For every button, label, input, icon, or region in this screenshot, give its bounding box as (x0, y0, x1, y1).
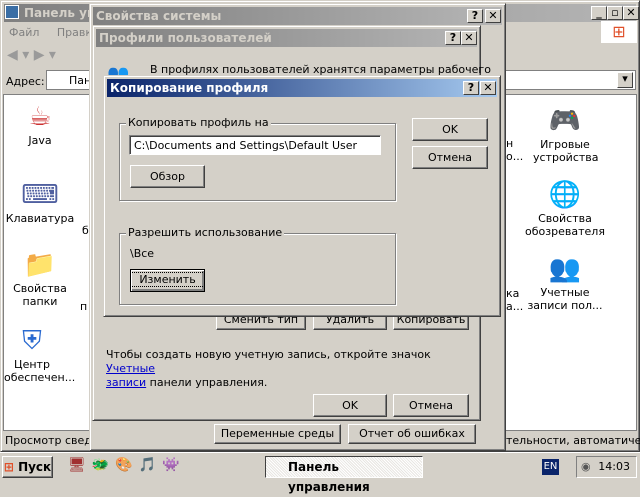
icon-label: Игровые устройства (533, 138, 599, 164)
button-label: OK (442, 123, 458, 136)
close-button[interactable]: ✕ (623, 6, 639, 20)
copy-path-input[interactable]: C:\Documents and Settings\Default User (129, 135, 381, 155)
taskbar: ⊞ Пуск 🖥🐲🎨🎵👾 Панель управления EN ◉ 14:0… (0, 452, 640, 494)
copy-profile-titlebar: Копирование профиля (107, 79, 497, 97)
button-label: Отмена (427, 151, 473, 164)
volume-icon[interactable]: ◉ (581, 460, 591, 473)
button-label: Обзор (149, 170, 185, 183)
menu-bar: Файл Правка (9, 26, 99, 39)
language-indicator[interactable]: EN (542, 459, 559, 475)
internet-options-icon: 🌐 (548, 180, 582, 210)
icon-label: Свойства папки (13, 282, 67, 308)
button-label: OK (342, 399, 358, 412)
user-profiles-titlebar: Профили пользователей (96, 29, 477, 47)
button-label: Отчет об ошибках (359, 427, 465, 440)
help-button[interactable]: ? (445, 31, 461, 45)
hint-text-tail: панели управления. (146, 376, 268, 389)
control-panel-icon (5, 5, 19, 19)
icon-label: Java (28, 134, 52, 147)
system-properties-titlebar: Свойства системы (93, 7, 502, 25)
keyboard-icon: ⌨ (21, 180, 59, 210)
window-title: Профили пользователей (99, 31, 272, 45)
system-tray: ◉ 14:03 (576, 456, 637, 478)
cancel-button[interactable]: Отмена (412, 146, 488, 169)
minimize-button[interactable]: _ (591, 6, 607, 20)
windows-logo: ⊞ (601, 21, 637, 43)
start-button[interactable]: ⊞ Пуск (2, 456, 53, 478)
browse-button[interactable]: Обзор (130, 165, 205, 188)
window-title: Копирование профиля (110, 81, 269, 95)
cancel-button[interactable]: Отмена (393, 394, 469, 417)
permit-use-label: Разрешить использование (126, 226, 285, 239)
task-label: Панель управления (288, 460, 370, 494)
start-label: Пуск (18, 460, 52, 474)
path-value: C:\Documents and Settings\Default User (134, 139, 358, 152)
button-label: Изменить (131, 272, 204, 287)
user-accounts-link[interactable]: Учетные (106, 362, 155, 375)
group-label: Разрешить использование (128, 226, 283, 239)
ok-button[interactable]: OK (313, 394, 387, 417)
partial-label: п (80, 300, 88, 313)
lang-label: EN (543, 461, 558, 472)
copy-to-label: Копировать профиль на (126, 116, 271, 129)
icon-label: Свойства обозревателя (525, 212, 605, 238)
button-label: Отмена (408, 399, 454, 412)
icon-label: Клавиатура (5, 212, 75, 225)
change-button[interactable]: Изменить (130, 269, 205, 292)
icon-security-center[interactable]: ⛨ Центр обеспечен... (0, 324, 76, 384)
close-button[interactable]: ✕ (480, 81, 496, 95)
address-dropdown-button[interactable]: ▾ (617, 72, 633, 88)
back-icon[interactable]: ◀ ▾ ▶ ▾ (7, 47, 56, 63)
task-button-control-panel[interactable]: Панель управления (265, 456, 423, 494)
address-label: Адрес: (6, 75, 45, 88)
toolbar: ◀ ▾ ▶ ▾ (7, 47, 56, 63)
icon-internet-options[interactable]: 🌐 Свойства обозревателя (525, 178, 605, 238)
user-accounts-link[interactable]: записи (106, 376, 146, 389)
icon-folder-options[interactable]: 📁 Свойства папки (0, 248, 80, 308)
icon-label: Центр обеспечен... (4, 358, 76, 384)
close-button[interactable]: ✕ (485, 9, 501, 23)
partial-label: ка (506, 287, 520, 300)
permit-value: \Все (130, 247, 155, 260)
partial-label: а... (506, 300, 524, 313)
hint-text-body: Чтобы создать новую учетную запись, откр… (106, 348, 431, 361)
quick-launch-icons[interactable]: 🖥🐲🎨🎵👾 (68, 457, 186, 473)
environment-variables-button[interactable]: Переменные среды (214, 424, 341, 444)
clock[interactable]: 14:03 (598, 457, 630, 477)
help-button[interactable]: ? (467, 9, 483, 23)
java-icon: ☕ (28, 102, 52, 132)
error-reporting-button[interactable]: Отчет об ошибках (348, 424, 476, 444)
partial-label: б (82, 224, 89, 237)
icon-user-accounts[interactable]: 👥 Учетные записи пол... (525, 252, 605, 312)
partial-label: о... (506, 150, 524, 163)
group-label: Копировать профиль на (128, 116, 269, 129)
help-button[interactable]: ? (463, 81, 479, 95)
gamepad-icon: 🎮 (548, 106, 582, 136)
icon-keyboard[interactable]: ⌨ Клавиатура (0, 178, 80, 225)
maximize-button[interactable]: ▫ (607, 6, 623, 20)
status-right: тельности, автоматически (506, 434, 640, 447)
windows-flag-icon: ⊞ (3, 460, 14, 474)
menu-file[interactable]: Файл (9, 26, 39, 39)
icon-label: Учетные записи пол... (527, 286, 603, 312)
copy-profile-dialog: Копирование профиля ? ✕ Копировать профи… (103, 75, 501, 317)
icon-game-controllers[interactable]: 🎮 Игровые устройства (525, 104, 605, 164)
security-center-icon: ⛨ (22, 326, 42, 356)
ok-button[interactable]: OK (412, 118, 488, 141)
partial-label: н (506, 137, 514, 150)
folder-options-icon: 📁 (23, 250, 57, 280)
button-label: Переменные среды (220, 427, 335, 440)
user-accounts-icon: 👥 (548, 254, 582, 284)
icon-java[interactable]: ☕ Java (0, 100, 80, 147)
hint-text: Чтобы создать новую учетную запись, откр… (106, 348, 466, 390)
window-title: Свойства системы (96, 9, 222, 23)
close-button[interactable]: ✕ (461, 31, 477, 45)
